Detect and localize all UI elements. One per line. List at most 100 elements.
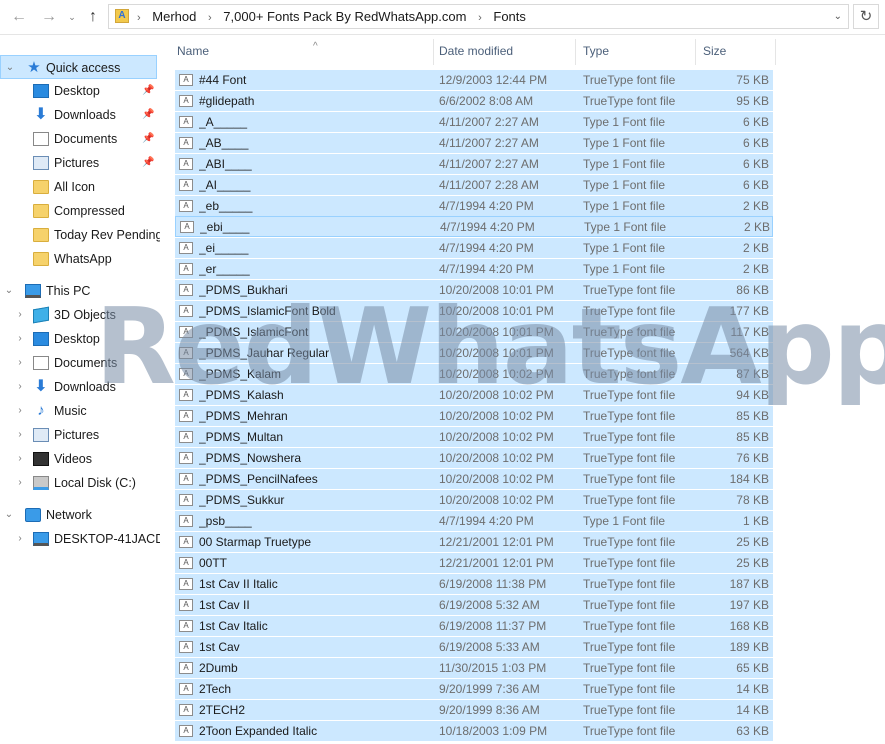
nav-pc-local-disk[interactable]: › Local Disk (C:)	[0, 471, 157, 495]
file-row[interactable]: A _A_____ 4/11/2007 2:27 AM Type 1 Font fil…	[175, 111, 773, 132]
file-row[interactable]: A _PDMS_Kalash 10/20/2008 10:02 PM TrueType…	[175, 384, 773, 405]
column-header-date[interactable]: Date modified	[437, 35, 575, 67]
file-row[interactable]: A 00 Starmap Truetype 12/21/2001 12:01 PM T…	[175, 531, 773, 552]
breadcrumb-item[interactable]: Merhod	[148, 9, 200, 24]
file-row[interactable]: A _er_____ 4/7/1994 4:20 PM Type 1 Font fil…	[175, 258, 773, 279]
nav-network[interactable]: ⌄ Network	[0, 503, 157, 527]
chevron-right-icon[interactable]: ›	[14, 423, 26, 447]
file-row[interactable]: A _PDMS_PencilNafees 10/20/2008 10:02 PM Tr…	[175, 468, 773, 489]
nav-quick-access[interactable]: ⌄ ★ Quick access	[0, 55, 157, 79]
nav-qa-documents[interactable]: Documents 📌	[0, 127, 157, 151]
chevron-right-icon[interactable]: ›	[14, 399, 26, 423]
pin-icon[interactable]: 📌	[142, 127, 154, 151]
recent-locations-chevron-icon[interactable]: ⌄	[61, 6, 83, 28]
file-row[interactable]: A 00TT 12/21/2001 12:01 PM TrueType font fi…	[175, 552, 773, 573]
address-dropdown-icon[interactable]: ⌄	[834, 5, 842, 28]
nav-pc-pictures[interactable]: › Pictures	[0, 423, 157, 447]
nav-qa-desktop[interactable]: Desktop 📌	[0, 79, 157, 103]
chevron-down-icon[interactable]: ⌄	[3, 503, 15, 527]
pin-icon[interactable]: 📌	[142, 79, 154, 103]
nav-pc-3d-objects[interactable]: › 3D Objects	[0, 303, 157, 327]
nav-qa-downloads[interactable]: ⬇ Downloads 📌	[0, 103, 157, 127]
breadcrumb-separator-icon[interactable]: ›	[474, 12, 486, 24]
file-row[interactable]: A _PDMS_Bukhari 10/20/2008 10:01 PM TrueTyp…	[175, 279, 773, 300]
back-arrow-icon[interactable]: ←	[8, 6, 30, 28]
chevron-right-icon[interactable]: ›	[14, 351, 26, 375]
font-file-icon: A	[179, 641, 193, 653]
file-row[interactable]: A _PDMS_Multan 10/20/2008 10:02 PM TrueType…	[175, 426, 773, 447]
up-arrow-icon[interactable]: ↑	[82, 6, 104, 28]
nav-pc-documents[interactable]: › Documents	[0, 351, 157, 375]
file-row[interactable]: A 2Tech 9/20/1999 7:36 AM TrueType font fil…	[175, 678, 773, 699]
file-row[interactable]: A 2Toon Expanded Italic 10/18/2003 1:09 PM…	[175, 720, 773, 741]
column-divider[interactable]	[695, 39, 696, 65]
file-row[interactable]: A _ABI____ 4/11/2007 2:27 AM Type 1 Font fi…	[175, 153, 773, 174]
column-header-name[interactable]: Name ^	[175, 35, 433, 67]
file-row[interactable]: A _PDMS_IslamicFont 10/20/2008 10:01 PM Tru…	[175, 321, 773, 342]
file-row[interactable]: A 2Dumb 11/30/2015 1:03 PM TrueType font fi…	[175, 657, 773, 678]
file-type: TrueType font file	[583, 724, 676, 738]
file-row[interactable]: A _PDMS_IslamicFont Bold 10/20/2008 10:01 …	[175, 300, 773, 321]
nav-pc-downloads[interactable]: › ⬇ Downloads	[0, 375, 157, 399]
nav-pc-music[interactable]: › ♪ Music	[0, 399, 157, 423]
breadcrumb-item[interactable]: 7,000+ Fonts Pack By RedWhatsApp.com	[219, 9, 470, 24]
column-divider[interactable]	[775, 39, 776, 65]
column-header-type[interactable]: Type	[581, 35, 694, 67]
chevron-right-icon[interactable]: ›	[14, 471, 26, 495]
file-row[interactable]: A _PDMS_Sukkur 10/20/2008 10:02 PM TrueType…	[175, 489, 773, 510]
file-row[interactable]: A _eb_____ 4/7/1994 4:20 PM Type 1 Font fil…	[175, 195, 773, 216]
file-row[interactable]: A 1st Cav 6/19/2008 5:33 AM TrueType font f…	[175, 636, 773, 657]
chevron-right-icon[interactable]: ›	[14, 375, 26, 399]
file-date-modified: 10/20/2008 10:01 PM	[439, 283, 554, 297]
nav-label: Pictures	[54, 428, 100, 442]
file-size: 2 KB	[743, 220, 770, 234]
file-row[interactable]: A 1st Cav Italic 6/19/2008 11:37 PM TrueTyp…	[175, 615, 773, 636]
pin-icon[interactable]: 📌	[142, 151, 154, 175]
file-row[interactable]: A _ebi____ 4/7/1994 4:20 PM Type 1 Font fil…	[175, 216, 773, 237]
file-row[interactable]: A 1st Cav II 6/19/2008 5:32 AM TrueType fon…	[175, 594, 773, 615]
file-row[interactable]: A 2TECH2 9/20/1999 8:36 AM TrueType font fi…	[175, 699, 773, 720]
nav-pc-desktop[interactable]: › Desktop	[0, 327, 157, 351]
nav-pc-videos[interactable]: › Videos	[0, 447, 157, 471]
forward-arrow-icon[interactable]: →	[38, 6, 60, 28]
file-row[interactable]: A _AB____ 4/11/2007 2:27 AM Type 1 Font fil…	[175, 132, 773, 153]
column-header-size[interactable]: Size	[701, 35, 775, 67]
chevron-right-icon[interactable]: ›	[14, 447, 26, 471]
file-row[interactable]: A _PDMS_Jauhar Regular 10/20/2008 10:01 PM…	[175, 342, 773, 363]
file-type: TrueType font file	[583, 535, 676, 549]
column-divider[interactable]	[433, 39, 434, 65]
file-row[interactable]: A _psb____ 4/7/1994 4:20 PM Type 1 Font fil…	[175, 510, 773, 531]
refresh-icon[interactable]: ↻	[853, 4, 879, 29]
nav-qa-today-rev-pending[interactable]: Today Rev Pending	[0, 223, 162, 247]
file-type: TrueType font file	[583, 304, 676, 318]
chevron-down-icon[interactable]: ⌄	[3, 279, 15, 303]
nav-this-pc[interactable]: ⌄ This PC	[0, 279, 157, 303]
nav-qa-whatsapp[interactable]: WhatsApp	[0, 247, 157, 271]
file-row[interactable]: A _ei_____ 4/7/1994 4:20 PM Type 1 Font fil…	[175, 237, 773, 258]
file-row[interactable]: A #glidepath 6/6/2002 8:08 AM TrueType font…	[175, 90, 773, 111]
address-bar[interactable]: A › Merhod › 7,000+ Fonts Pack By RedWha…	[108, 4, 849, 29]
nav-label: WhatsApp	[54, 252, 112, 266]
file-row[interactable]: A _PDMS_Nowshera 10/20/2008 10:02 PM TrueTy…	[175, 447, 773, 468]
breadcrumb-separator-icon[interactable]: ›	[204, 12, 216, 24]
breadcrumb-item[interactable]: Fonts	[489, 9, 530, 24]
file-row[interactable]: A _PDMS_Mehran 10/20/2008 10:02 PM TrueType…	[175, 405, 773, 426]
star-icon: ★	[27, 59, 41, 76]
breadcrumb-separator-icon[interactable]: ›	[133, 12, 145, 24]
font-file-icon: A	[179, 347, 193, 359]
chevron-right-icon[interactable]: ›	[14, 527, 26, 551]
file-row[interactable]: A #44 Font 12/9/2003 12:44 PM TrueType font…	[175, 69, 773, 90]
column-divider[interactable]	[575, 39, 576, 65]
file-row[interactable]: A _PDMS_Kalam 10/20/2008 10:02 PM TrueType …	[175, 363, 773, 384]
nav-qa-all-icon[interactable]: All Icon	[0, 175, 157, 199]
file-size: 87 KB	[736, 367, 769, 381]
file-row[interactable]: A _AI_____ 4/11/2007 2:28 AM Type 1 Font fi…	[175, 174, 773, 195]
nav-qa-pictures[interactable]: Pictures 📌	[0, 151, 157, 175]
nav-network-desktop[interactable]: › DESKTOP-41JACDJ	[0, 527, 170, 551]
nav-qa-compressed[interactable]: Compressed	[0, 199, 157, 223]
pin-icon[interactable]: 📌	[142, 103, 154, 127]
chevron-right-icon[interactable]: ›	[14, 303, 26, 327]
chevron-down-icon[interactable]: ⌄	[4, 56, 16, 80]
chevron-right-icon[interactable]: ›	[14, 327, 26, 351]
file-row[interactable]: A 1st Cav II Italic 6/19/2008 11:38 PM True…	[175, 573, 773, 594]
